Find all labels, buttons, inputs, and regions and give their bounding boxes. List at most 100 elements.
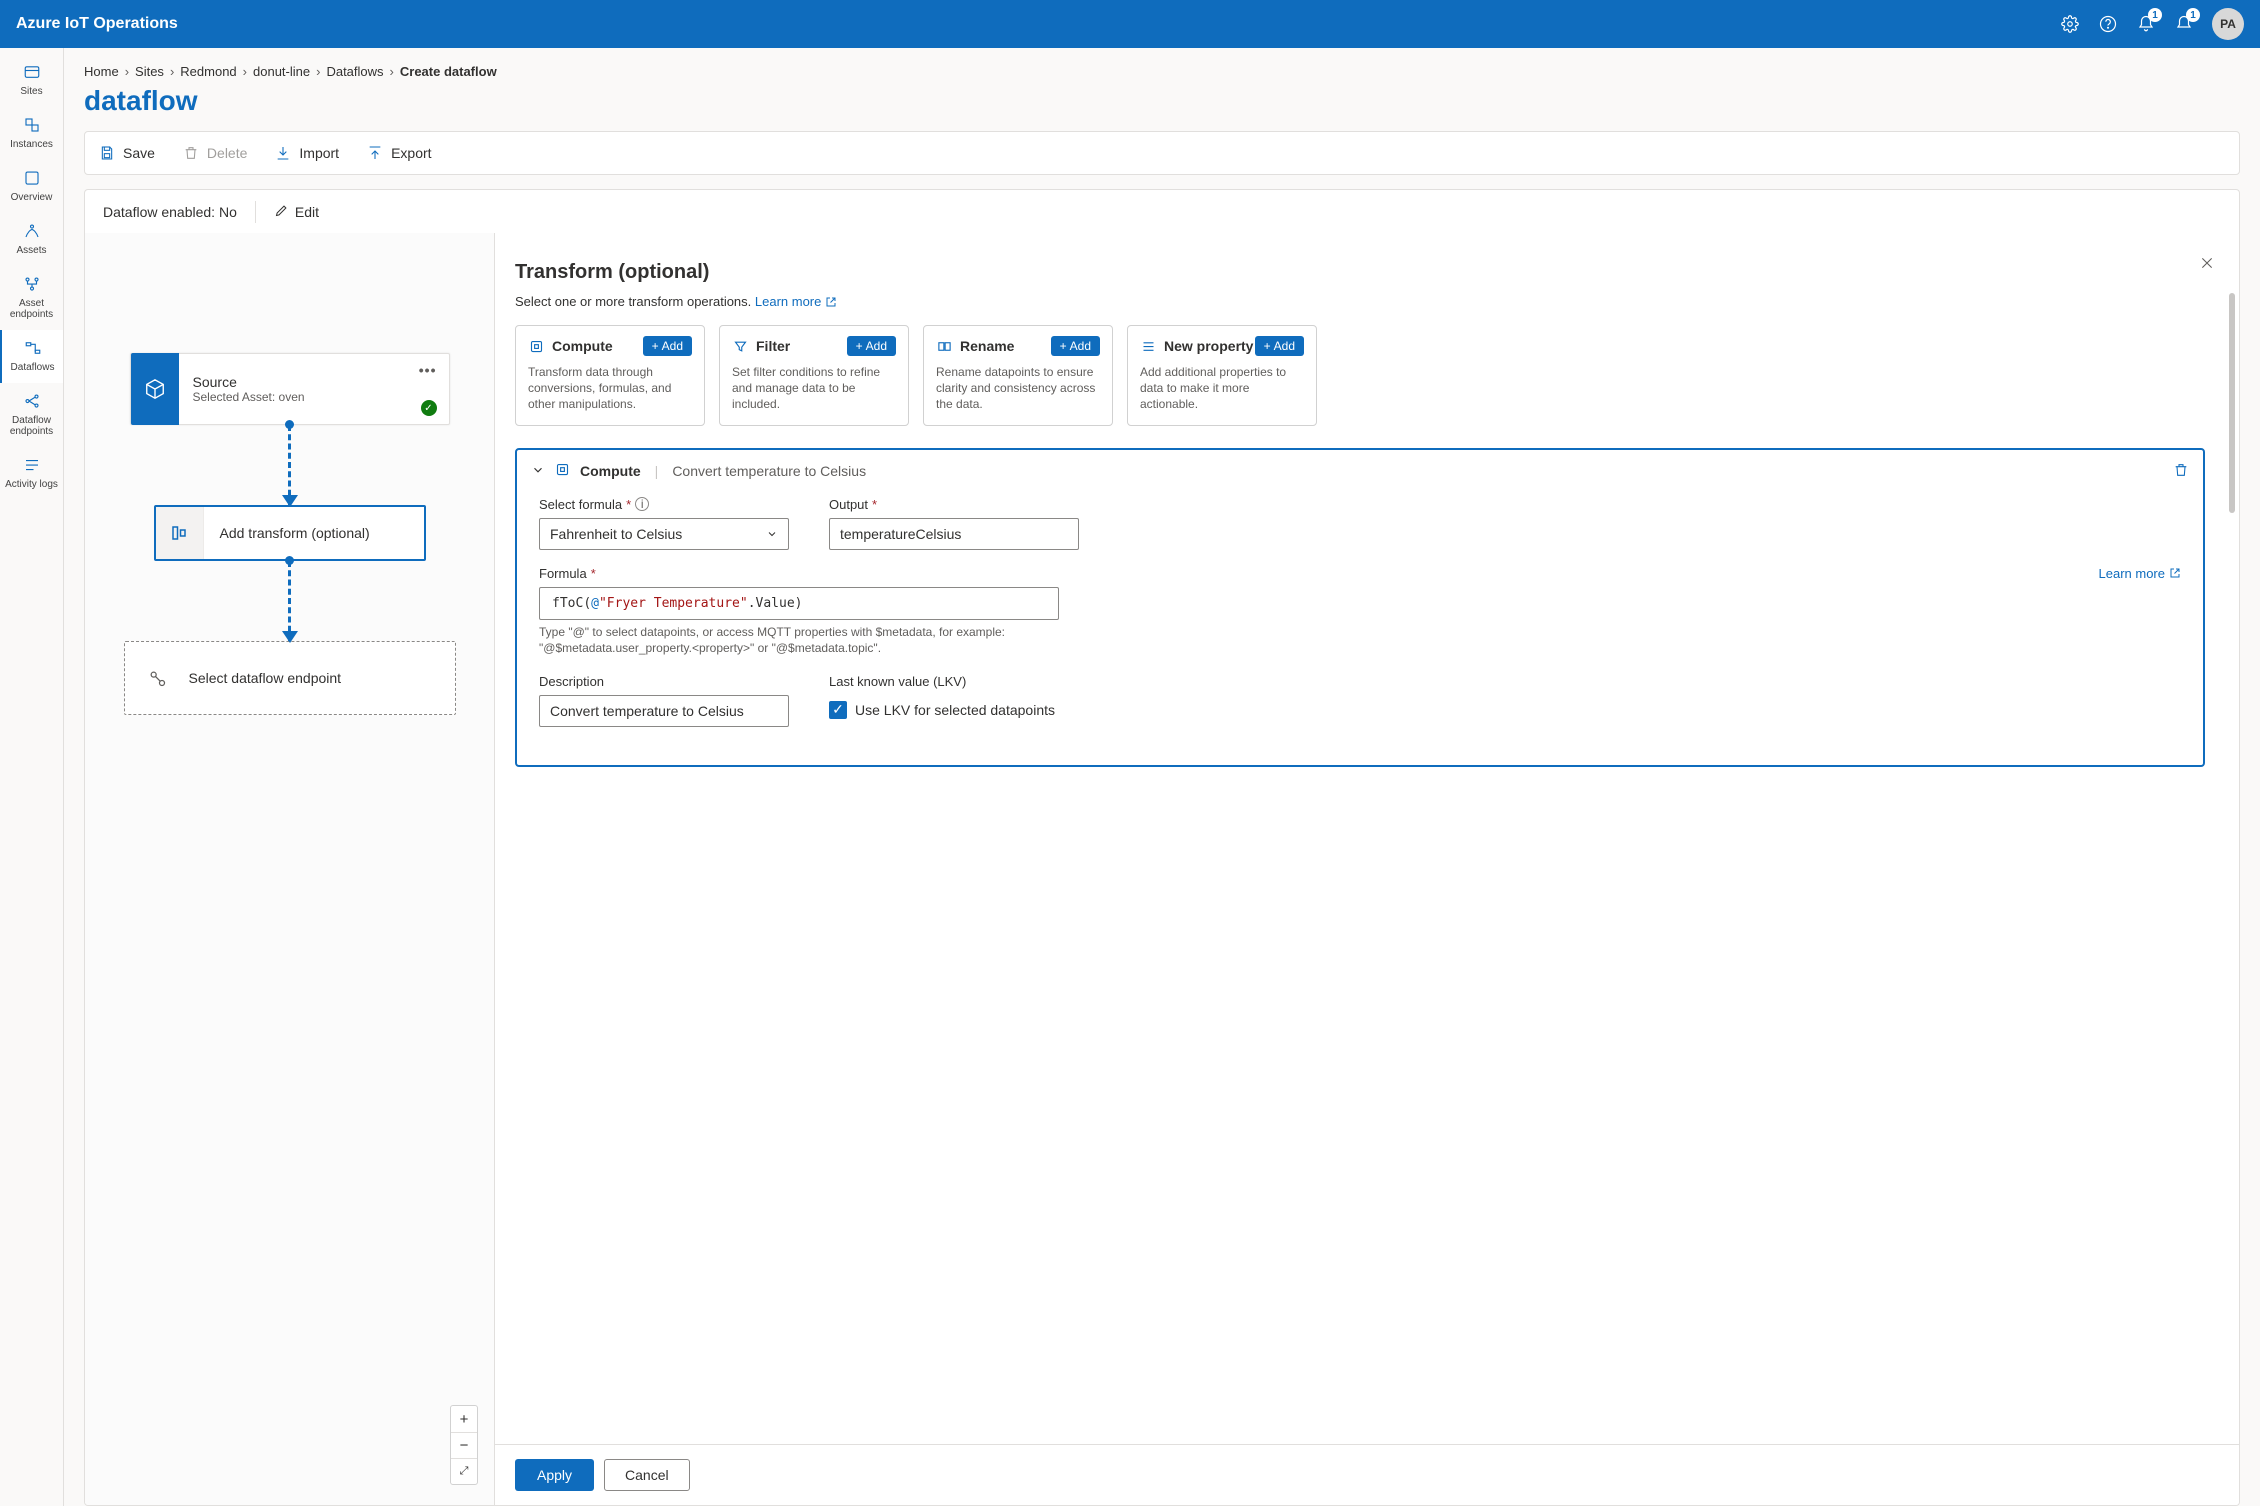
- alert-badge: 1: [2186, 8, 2200, 22]
- output-input[interactable]: [829, 518, 1079, 550]
- select-formula-dropdown[interactable]: Fahrenheit to Celsius: [539, 518, 789, 550]
- apply-button[interactable]: Apply: [515, 1459, 594, 1491]
- lkv-checkbox[interactable]: ✓: [829, 701, 847, 719]
- add-compute-button[interactable]: + Add: [643, 336, 692, 356]
- breadcrumb: Home› Sites› Redmond› donut-line› Datafl…: [84, 64, 2240, 79]
- edit-button[interactable]: Edit: [274, 203, 319, 221]
- cancel-button[interactable]: Cancel: [604, 1459, 690, 1491]
- cube-icon: [131, 353, 179, 425]
- overview-icon: [22, 168, 42, 188]
- crumb-current: Create dataflow: [400, 64, 497, 79]
- delete-label: Delete: [207, 145, 247, 161]
- notifications-icon[interactable]: 1: [2136, 14, 2156, 34]
- zoom-out-button[interactable]: −: [451, 1432, 477, 1458]
- nav-label: Overview: [11, 192, 53, 203]
- export-icon: [367, 145, 383, 161]
- more-icon[interactable]: •••: [419, 362, 437, 378]
- delete-button: Delete: [183, 145, 247, 161]
- nav-label: Sites: [20, 86, 42, 97]
- crumb-home[interactable]: Home: [84, 64, 119, 79]
- card-title-label: Compute: [552, 338, 613, 354]
- page-title: dataflow: [84, 85, 2240, 117]
- nav-label: Activity logs: [5, 479, 58, 490]
- zoom-fit-button[interactable]: ⤢: [451, 1458, 477, 1484]
- edit-label: Edit: [295, 204, 319, 220]
- save-label: Save: [123, 145, 155, 161]
- nav-dataflows[interactable]: Dataflows: [0, 330, 63, 383]
- export-label: Export: [391, 145, 431, 161]
- select-formula-value: Fahrenheit to Celsius: [550, 526, 682, 542]
- nav-label: Dataflows: [11, 362, 55, 373]
- compute-subtitle: Convert temperature to Celsius: [672, 463, 866, 479]
- delete-operation-icon[interactable]: [2173, 462, 2189, 481]
- endpoint-node[interactable]: Select dataflow endpoint: [124, 641, 456, 715]
- flow-arrow: [288, 425, 291, 505]
- compute-operation-block: Compute | Convert temperature to Celsius…: [515, 448, 2205, 767]
- nav-dataflow-endpoints[interactable]: Dataflow endpoints: [0, 383, 63, 447]
- rename-icon: [936, 338, 952, 354]
- zoom-in-button[interactable]: +: [451, 1406, 477, 1432]
- settings-icon[interactable]: [2060, 14, 2080, 34]
- asset-endpoints-icon: [22, 274, 42, 294]
- nav-overview[interactable]: Overview: [0, 160, 63, 213]
- crumb-site[interactable]: Redmond: [180, 64, 236, 79]
- compute-icon: [528, 338, 544, 354]
- newprop-card: New property + Add Add additional proper…: [1127, 325, 1317, 426]
- import-button[interactable]: Import: [275, 145, 339, 161]
- nav-instances[interactable]: Instances: [0, 107, 63, 160]
- filter-icon: [732, 338, 748, 354]
- rename-card: Rename + Add Rename datapoints to ensure…: [923, 325, 1113, 426]
- nav-sites[interactable]: Sites: [0, 54, 63, 107]
- crumb-sites[interactable]: Sites: [135, 64, 164, 79]
- filter-card: Filter + Add Set filter conditions to re…: [719, 325, 909, 426]
- formula-hint: Type "@" to select datapoints, or access…: [539, 624, 1059, 656]
- close-icon[interactable]: [2199, 255, 2215, 274]
- panel-subtitle: Select one or more transform operations.: [515, 294, 755, 309]
- crumb-dataflows[interactable]: Dataflows: [326, 64, 383, 79]
- chevron-down-icon[interactable]: [531, 463, 545, 480]
- flow-arrow: [288, 561, 291, 641]
- success-icon: ✓: [421, 400, 437, 416]
- compute-badge: Compute: [580, 463, 641, 479]
- formula-input[interactable]: fToC(@"Fryer Temperature".Value): [539, 587, 1059, 620]
- output-label: Output: [829, 497, 868, 512]
- endpoint-label: Select dataflow endpoint: [189, 670, 342, 686]
- import-label: Import: [299, 145, 339, 161]
- delete-icon: [183, 145, 199, 161]
- info-icon[interactable]: i: [635, 497, 649, 511]
- add-newprop-button[interactable]: + Add: [1255, 336, 1304, 356]
- dataflow-endpoints-icon: [22, 391, 42, 411]
- description-input[interactable]: [539, 695, 789, 727]
- lkv-check-label: Use LKV for selected datapoints: [855, 702, 1055, 718]
- learn-more-link[interactable]: Learn more: [755, 294, 837, 309]
- nav-activity-logs[interactable]: Activity logs: [0, 447, 63, 500]
- source-node[interactable]: Source Selected Asset: oven ••• ✓: [130, 353, 450, 425]
- crumb-instance[interactable]: donut-line: [253, 64, 310, 79]
- nav-asset-endpoints[interactable]: Asset endpoints: [0, 266, 63, 330]
- source-subtitle: Selected Asset: oven: [193, 390, 435, 404]
- scrollbar[interactable]: [2229, 293, 2235, 513]
- zoom-controls: + − ⤢: [450, 1405, 478, 1485]
- card-desc: Rename datapoints to ensure clarity and …: [936, 364, 1100, 413]
- export-button[interactable]: Export: [367, 145, 431, 161]
- instances-icon: [22, 115, 42, 135]
- card-title-label: New property: [1164, 338, 1253, 354]
- add-filter-button[interactable]: + Add: [847, 336, 896, 356]
- avatar[interactable]: PA: [2212, 8, 2244, 40]
- card-title-label: Rename: [960, 338, 1014, 354]
- save-icon: [99, 145, 115, 161]
- import-icon: [275, 145, 291, 161]
- nav-assets[interactable]: Assets: [0, 213, 63, 266]
- transform-node[interactable]: Add transform (optional): [154, 505, 426, 561]
- save-button[interactable]: Save: [99, 145, 155, 161]
- formula-label: Formula: [539, 566, 587, 581]
- transform-label: Add transform (optional): [204, 525, 386, 541]
- add-rename-button[interactable]: + Add: [1051, 336, 1100, 356]
- alerts-icon[interactable]: 1: [2174, 14, 2194, 34]
- help-icon[interactable]: [2098, 14, 2118, 34]
- formula-learn-more-link[interactable]: Learn more: [2099, 566, 2181, 581]
- sites-icon: [22, 62, 42, 82]
- app-title: Azure IoT Operations: [16, 15, 178, 33]
- endpoint-icon: [125, 668, 189, 688]
- source-title: Source: [193, 374, 435, 390]
